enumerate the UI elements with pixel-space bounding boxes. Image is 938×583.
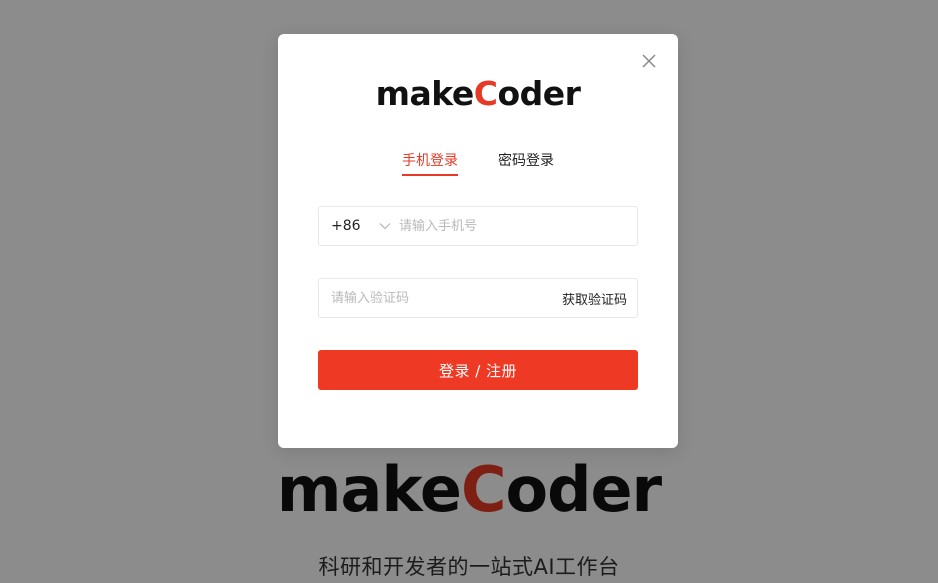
- modal-logo: makeCoder: [278, 72, 678, 116]
- verification-code-field: 获取验证码: [318, 278, 638, 318]
- verification-code-input[interactable]: [319, 280, 562, 316]
- tab-password-login[interactable]: 密码登录: [498, 150, 554, 176]
- login-register-button[interactable]: 登录 / 注册: [318, 350, 638, 390]
- country-code-value: +86: [331, 218, 361, 234]
- country-code-select[interactable]: +86: [319, 207, 399, 245]
- get-code-button[interactable]: 获取验证码: [562, 289, 637, 308]
- modal-logo-prefix: make: [375, 74, 475, 113]
- close-button[interactable]: [640, 52, 658, 70]
- login-modal: makeCoder 手机登录 密码登录 +86 获取验证码 登录 / 注册: [278, 34, 678, 448]
- login-tabs: 手机登录 密码登录: [278, 150, 678, 176]
- phone-input[interactable]: [399, 208, 637, 244]
- modal-logo-accent: C: [473, 74, 498, 113]
- tab-phone-login[interactable]: 手机登录: [402, 150, 458, 176]
- chevron-down-icon: [379, 222, 391, 230]
- phone-field: +86: [318, 206, 638, 246]
- close-icon: [642, 54, 656, 68]
- modal-logo-suffix: oder: [497, 74, 581, 113]
